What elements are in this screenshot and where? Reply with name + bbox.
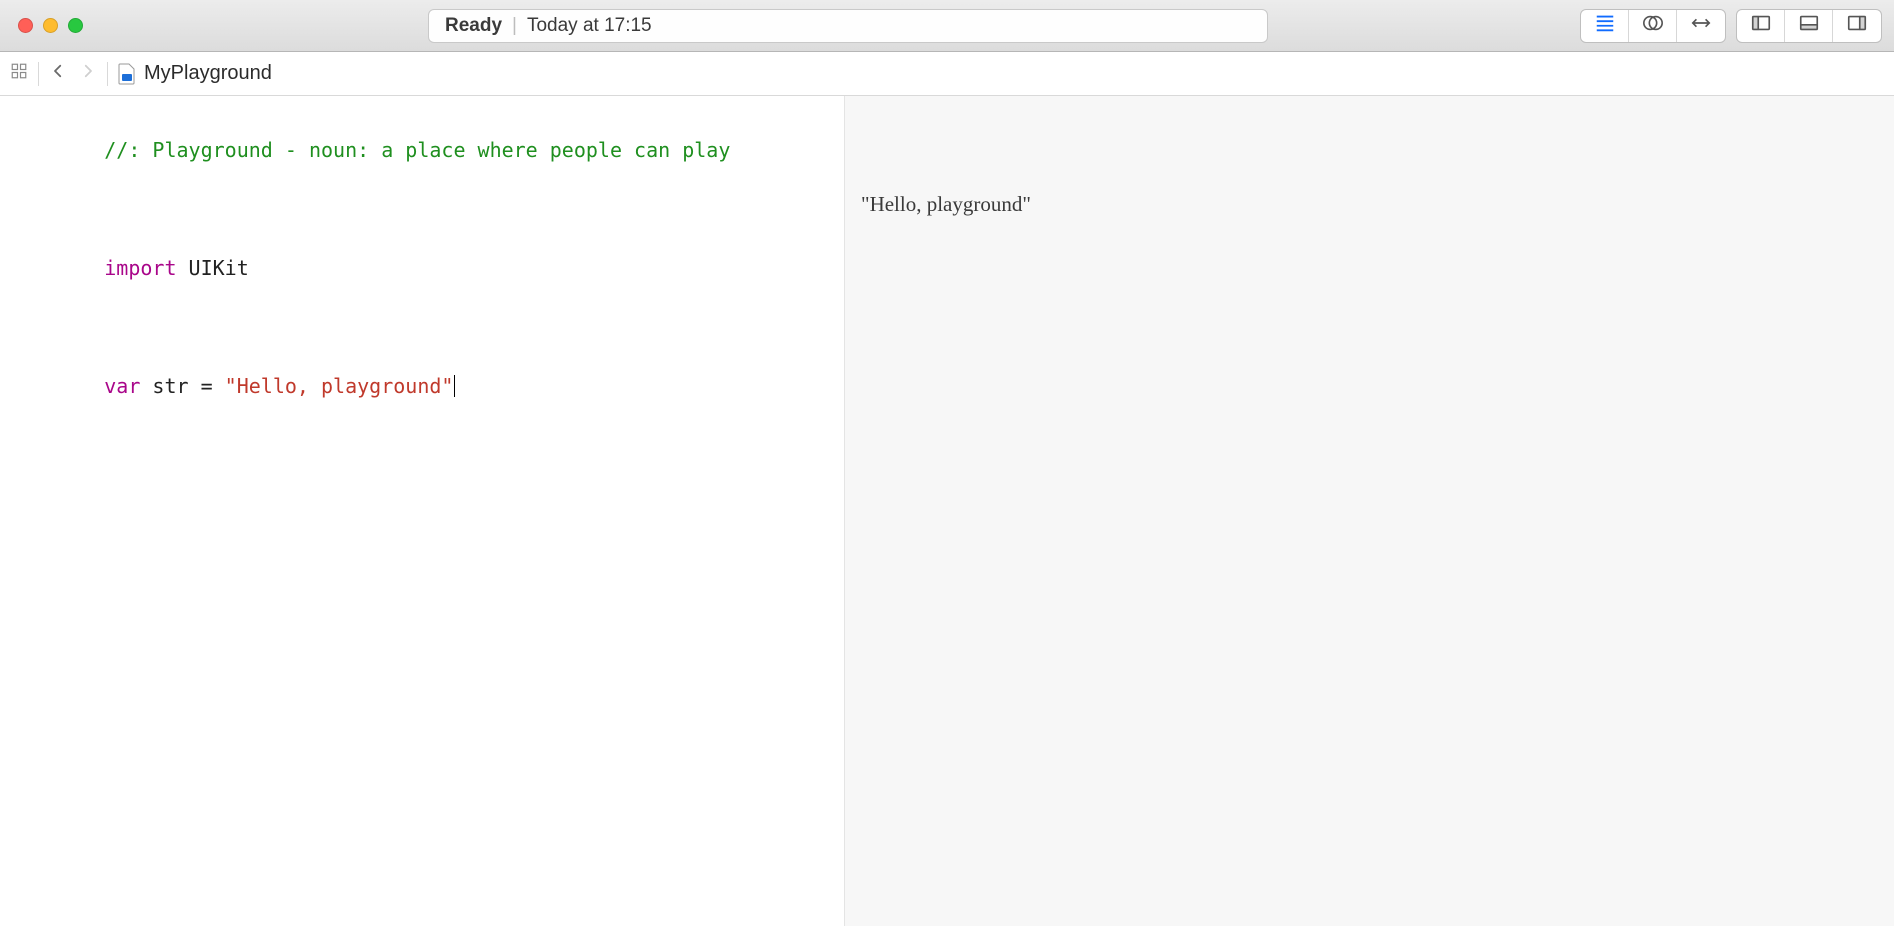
status-time: Today at 17:15 — [527, 15, 652, 37]
chevron-right-icon — [79, 62, 97, 86]
history-back-button[interactable] — [43, 59, 73, 89]
result-text: "Hello, playground" — [861, 192, 1031, 216]
divider — [38, 62, 39, 86]
divider — [107, 62, 108, 86]
activity-status[interactable]: Ready | Today at 17:15 — [428, 9, 1268, 43]
toggle-navigator-button[interactable] — [1737, 10, 1785, 42]
status-label: Ready — [445, 15, 502, 37]
breadcrumb-file-name[interactable]: MyPlayground — [144, 62, 272, 85]
history-forward-button[interactable] — [73, 59, 103, 89]
panel-bottom-icon — [1798, 12, 1820, 39]
status-separator: | — [512, 15, 517, 37]
source-editor[interactable]: //: Playground - noun: a place where peo… — [24, 96, 844, 926]
toggle-debug-area-button[interactable] — [1785, 10, 1833, 42]
window-controls — [18, 18, 83, 33]
string-token: "Hello, playground" — [225, 374, 454, 398]
related-items-button[interactable] — [4, 59, 34, 89]
panel-left-icon — [1750, 12, 1772, 39]
grid-four-icon — [10, 62, 28, 86]
workspace: //: Playground - noun: a place where peo… — [0, 96, 1894, 926]
keyword-token: import — [104, 256, 176, 280]
operator-token: = — [189, 374, 225, 398]
version-editor-button[interactable] — [1677, 10, 1725, 42]
editor-mode-group — [1580, 9, 1726, 43]
text-cursor — [454, 375, 455, 397]
arrows-icon — [1690, 12, 1712, 39]
identifier-token: str — [152, 374, 188, 398]
editor-gutter — [0, 96, 24, 926]
comment-token: //: Playground - noun: a place where peo… — [104, 138, 730, 162]
jump-bar: MyPlayground — [0, 52, 1894, 96]
minimize-window-button[interactable] — [43, 18, 58, 33]
playground-file-icon — [118, 63, 136, 85]
code-line: var str = "Hello, playground" — [32, 338, 836, 434]
assistant-editor-button[interactable] — [1629, 10, 1677, 42]
lines-icon — [1594, 12, 1616, 39]
results-sidebar[interactable]: "Hello, playground" — [844, 96, 1894, 926]
blank-line — [32, 198, 836, 220]
identifier-token: UIKit — [189, 256, 249, 280]
zoom-window-button[interactable] — [68, 18, 83, 33]
chevron-left-icon — [49, 62, 67, 86]
close-window-button[interactable] — [18, 18, 33, 33]
toolbar-right — [1580, 9, 1888, 43]
result-value: "Hello, playground" — [861, 188, 1894, 222]
results-spacer — [861, 102, 1894, 188]
toggle-utilities-button[interactable] — [1833, 10, 1881, 42]
panel-right-icon — [1846, 12, 1868, 39]
keyword-token: var — [104, 374, 140, 398]
panel-toggle-group — [1736, 9, 1882, 43]
standard-editor-button[interactable] — [1581, 10, 1629, 42]
code-line: //: Playground - noun: a place where peo… — [32, 102, 836, 198]
blank-line — [32, 316, 836, 338]
titlebar: Ready | Today at 17:15 — [0, 0, 1894, 52]
code-line: import UIKit — [32, 220, 836, 316]
venn-icon — [1642, 12, 1664, 39]
